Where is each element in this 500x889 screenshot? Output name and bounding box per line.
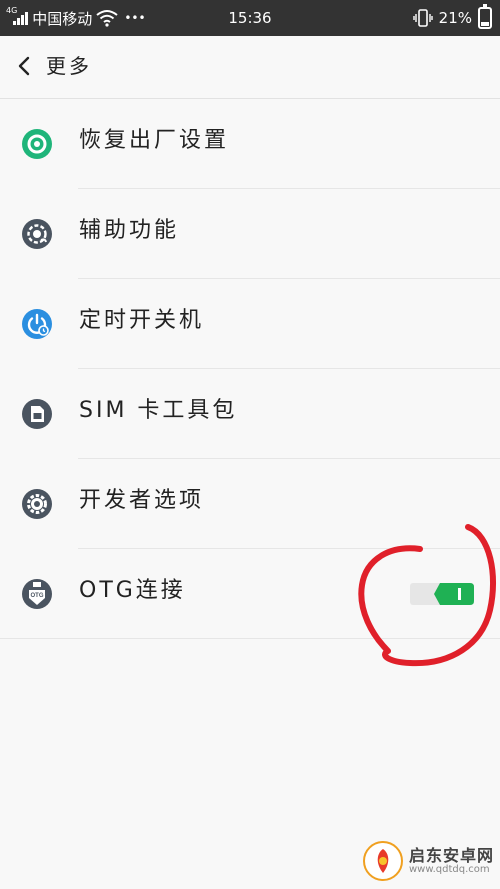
settings-item-sim-toolkit[interactable]: SIM 卡工具包	[0, 369, 500, 459]
chevron-left-icon	[18, 56, 30, 76]
settings-list: 恢复出厂设置 辅助功能 定时开关机 SIM 卡工具包 开发者选项 OTG OTG…	[0, 99, 500, 639]
watermark-logo-icon	[362, 841, 403, 881]
settings-item-label: 开发者选项	[79, 488, 205, 513]
app-header: 更多	[0, 36, 500, 99]
back-button[interactable]	[10, 50, 38, 82]
settings-item-label: 定时开关机	[79, 308, 205, 333]
settings-item-label: SIM 卡工具包	[79, 398, 238, 423]
page-title: 更多	[46, 54, 92, 78]
settings-item-label: 恢复出厂设置	[79, 128, 230, 153]
watermark-name: 启东安卓网	[408, 845, 494, 865]
vibrate-icon	[412, 9, 433, 27]
watermark: 启东安卓网 www.qdtdq.com	[362, 839, 494, 883]
settings-item-scheduled-power[interactable]: 定时开关机	[0, 279, 500, 369]
settings-item-label: OTG连接	[79, 578, 186, 603]
restore-icon	[22, 129, 52, 159]
watermark-url: www.qdtdq.com	[408, 864, 490, 876]
status-right: 21%	[412, 0, 492, 36]
divider	[0, 638, 500, 639]
otg-toggle-switch[interactable]	[410, 579, 474, 609]
timer-power-icon	[22, 309, 52, 339]
gear-icon	[22, 489, 52, 519]
settings-item-otg[interactable]: OTG OTG连接	[0, 549, 500, 639]
otg-icon-text: OTG	[31, 593, 44, 599]
watermark-text: 启东安卓网 www.qdtdq.com	[409, 847, 494, 876]
battery-icon	[478, 4, 492, 29]
settings-item-label: 辅助功能	[79, 218, 180, 243]
settings-item-accessibility[interactable]: 辅助功能	[0, 189, 500, 279]
status-bar: 4G 中国移动 ••• 15:36 21%	[0, 0, 500, 36]
gear-hand-icon	[22, 219, 52, 249]
battery-percent: 21%	[438, 9, 472, 27]
settings-item-factory-reset[interactable]: 恢复出厂设置	[0, 99, 500, 189]
settings-item-developer-options[interactable]: 开发者选项	[0, 459, 500, 549]
sim-card-icon	[22, 399, 52, 429]
usb-otg-icon: OTG	[22, 579, 52, 609]
screen: 4G 中国移动 ••• 15:36 21% 更多 恢复出厂设置 辅助功能 定时开…	[0, 0, 500, 889]
